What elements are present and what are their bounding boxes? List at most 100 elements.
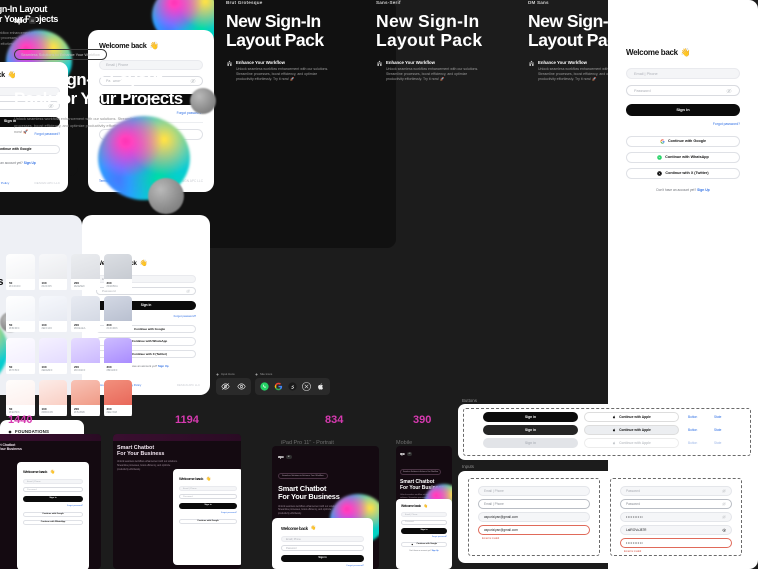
email-input-error[interactable]: aspuriziyan@gmail.com: [478, 525, 590, 535]
email-field[interactable]: Email | Phone: [179, 486, 237, 491]
button-state-label[interactable]: State: [714, 415, 721, 419]
password-error-text: Email is invalid: [624, 549, 642, 553]
primary-button-default[interactable]: Sign in: [483, 412, 578, 422]
swatch[interactable]: 300 #BFADFF: [103, 338, 132, 376]
light-layout-signin: Welcome back👋 Email | Phone Password Sig…: [82, 215, 210, 395]
signup-link[interactable]: Sign Up: [432, 550, 439, 552]
password-field[interactable]: Password: [23, 487, 83, 492]
oauth-google-button[interactable]: Continue with Google: [23, 511, 83, 517]
button-link-label[interactable]: Button: [688, 428, 697, 432]
password-input-revealed[interactable]: LaIROVuJ87R: [620, 525, 732, 535]
signup-link[interactable]: Sign Up: [697, 188, 709, 192]
logo-badge: AI: [285, 454, 292, 459]
swatch[interactable]: 200 #F5AB9B: [71, 380, 100, 418]
swatch[interactable]: 50 #F8F9FC: [6, 296, 35, 334]
logo-wordmark: apc: [278, 454, 284, 459]
swatch[interactable]: 300 #D2D5DA: [103, 254, 132, 292]
oauth-apple-button[interactable]: Continue with Google: [401, 541, 447, 547]
wave-icon: 👋: [310, 525, 316, 530]
apple-button-hover[interactable]: Continue with Apple: [584, 425, 679, 435]
eye-off-icon[interactable]: [722, 502, 726, 506]
swatch[interactable]: 300 #EE7A68: [103, 380, 132, 418]
password-input-filled[interactable]: ••••••••••: [620, 512, 732, 522]
logo-wordmark: apc: [400, 452, 405, 456]
password-field[interactable]: Password: [281, 545, 364, 551]
whatsapp-icon[interactable]: [260, 382, 269, 391]
swatch[interactable]: 50 #F7F5FF: [6, 338, 35, 376]
forgot-password-link[interactable]: Forgot password?: [626, 122, 740, 126]
forgot-password-link[interactable]: Forgot password?: [281, 565, 364, 567]
breakpoint-width-1440: 1440: [8, 414, 33, 426]
password-input-focus[interactable]: Password: [620, 499, 732, 509]
eye-off-icon[interactable]: [722, 515, 726, 519]
grok-icon[interactable]: [288, 382, 297, 391]
specimen-headline: New Sign-In Layout Pack: [226, 11, 324, 51]
swatch[interactable]: 100 #EDE8FF: [38, 338, 67, 376]
button-link-label[interactable]: Button: [688, 441, 697, 445]
wave-icon: 👋: [423, 504, 428, 508]
specimen-headline: New Sign-In Layout Pack: [376, 11, 483, 51]
email-field[interactable]: Email | Phone: [626, 68, 740, 79]
eye-icon[interactable]: [721, 528, 727, 533]
signin-submit-button[interactable]: Sign in: [401, 528, 447, 534]
button-link-label[interactable]: Button: [688, 415, 697, 419]
oauth-google-button[interactable]: Continue with Google: [626, 135, 740, 147]
password-input-error[interactable]: ••••••••••: [620, 538, 732, 548]
swatch[interactable]: 200 #DCD2FF: [71, 338, 100, 376]
apple-icon: [411, 543, 413, 546]
signup-link[interactable]: Sign Up: [158, 364, 169, 368]
email-error-text: Email is invalid: [482, 536, 500, 540]
swatch[interactable]: 300 #C3C9D6: [103, 296, 132, 334]
email-field[interactable]: Email | Phone: [401, 512, 447, 517]
forgot-password-link[interactable]: Forgot password?: [179, 512, 237, 514]
eye-off-icon[interactable]: [726, 88, 732, 94]
design-board: Brut Grotesque New Sign-In Layout Pack En…: [0, 0, 758, 569]
email-field[interactable]: Email | Phone: [23, 479, 83, 484]
swatch[interactable]: 50 #FCFCFD: [6, 254, 35, 292]
password-field[interactable]: Password: [401, 519, 447, 525]
forgot-password-link[interactable]: Forgot password?: [401, 536, 447, 538]
swatch[interactable]: 200 #DDE1EA: [71, 296, 100, 334]
email-input-focus[interactable]: Email | Phone: [478, 499, 590, 509]
signin-submit-button[interactable]: Sign in: [281, 555, 364, 562]
email-input-default[interactable]: Email | Phone: [478, 486, 590, 496]
oauth-whatsapp-button[interactable]: Continue with WhatsApp: [626, 151, 740, 163]
password-field[interactable]: Password: [179, 494, 237, 499]
button-state-label[interactable]: State: [714, 441, 721, 445]
hero-tag-pill: Seamless Solutions to Enhance Your Workf…: [14, 49, 107, 60]
apple-icon[interactable]: [316, 382, 325, 391]
apple-icon: [613, 441, 616, 445]
email-field[interactable]: Email | Phone: [281, 536, 364, 542]
eye-off-icon[interactable]: [185, 289, 191, 294]
oauth-whatsapp-button[interactable]: Continue with WhatsApp: [23, 519, 83, 525]
swatch[interactable]: 100 #FBDCD5: [38, 380, 67, 418]
swatch[interactable]: 100 #EFF1F6: [38, 296, 67, 334]
email-input-filled[interactable]: aspuriziyan@gmail.com: [478, 512, 590, 522]
button-state-label[interactable]: State: [714, 428, 721, 432]
chatbot-headline: Smart ChatbotFor Your Business: [117, 445, 165, 458]
swatch[interactable]: 200 #E3E5E8: [71, 254, 100, 292]
oauth-x-button[interactable]: Continue with X (Twitter): [626, 167, 740, 179]
signin-submit-button[interactable]: Sign in: [179, 503, 237, 509]
apple-button-default[interactable]: Continue with Apple: [584, 412, 679, 422]
primary-button-hover[interactable]: Sign in: [483, 425, 578, 435]
signin-submit-button[interactable]: Sign in: [626, 104, 740, 116]
eye-off-icon[interactable]: [221, 382, 230, 391]
apple-icon: [613, 415, 616, 419]
forgot-password-link[interactable]: Forgot password?: [23, 505, 83, 507]
eye-off-icon[interactable]: [722, 489, 726, 493]
password-input-default[interactable]: Password: [620, 486, 732, 496]
oauth-google-button[interactable]: Continue with Google: [179, 518, 237, 524]
device-signin-card: Welcome back 👋 Email | Phone Password Sig…: [173, 469, 241, 565]
signin-submit-button[interactable]: Sign in: [23, 496, 83, 502]
password-field[interactable]: Password: [626, 85, 740, 96]
swatch[interactable]: 100 #F2F3F5: [38, 254, 67, 292]
eye-icon[interactable]: [237, 382, 246, 391]
google-icon[interactable]: [274, 382, 283, 391]
brand-logo[interactable]: apc AI: [14, 16, 232, 25]
feature-body: Unlock seamless workflow enhancement wit…: [236, 66, 329, 82]
x-twitter-icon[interactable]: [302, 382, 311, 391]
device-signin-card: Welcome back 👋 Email | Phone Password Sig…: [396, 499, 452, 569]
swatch[interactable]: 50 #FEF5F3: [6, 380, 35, 418]
x-twitter-icon: [657, 170, 663, 176]
